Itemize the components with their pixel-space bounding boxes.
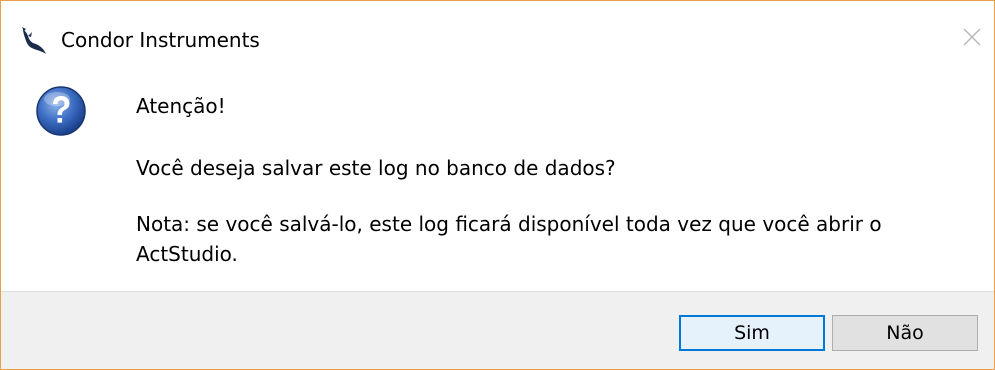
- dialog-window: Condor Instruments Atenção! Você deseja …: [0, 0, 995, 370]
- no-button[interactable]: Não: [832, 315, 978, 351]
- button-bar: Sim Não: [1, 291, 994, 369]
- title-bar[interactable]: Condor Instruments: [1, 1, 994, 79]
- condor-bird-icon: [19, 27, 47, 55]
- message-area: Atenção! Você deseja salvar este log no …: [1, 79, 994, 291]
- close-button[interactable]: [956, 23, 988, 55]
- message-note: Nota: se você salvá-lo, este log ficará …: [136, 212, 882, 266]
- close-icon: [961, 26, 983, 52]
- question-icon: [35, 85, 87, 137]
- message-heading: Atenção!: [136, 94, 226, 118]
- window-title: Condor Instruments: [61, 28, 260, 52]
- message-question: Você deseja salvar este log no banco de …: [136, 156, 616, 180]
- yes-button[interactable]: Sim: [679, 315, 825, 351]
